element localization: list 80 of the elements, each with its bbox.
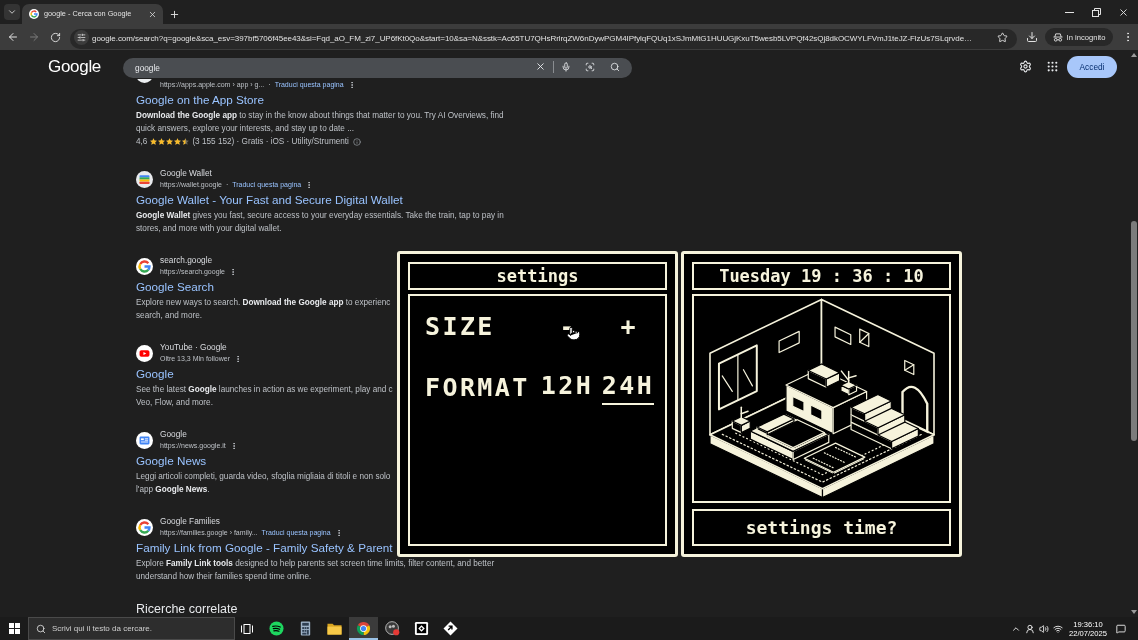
search-icon [36,623,46,634]
windows-logo-icon [8,623,20,634]
section-heading: Ricerche correlate [136,601,238,617]
restore-icon[interactable] [1092,7,1101,17]
minimize-icon[interactable] [1065,11,1074,13]
apps-grid-icon[interactable] [1045,60,1059,73]
favicon-icon [136,170,153,188]
notifications-icon[interactable] [1116,623,1126,634]
favicon-icon [136,518,153,536]
search-icon[interactable] [610,61,621,72]
result-title[interactable]: Google Search [136,279,214,295]
result-title[interactable]: Google [136,366,174,382]
more-options-icon[interactable] [229,267,237,276]
close-icon[interactable] [1118,6,1129,18]
favicon-icon [136,344,153,362]
search-field[interactable]: google [123,57,633,78]
sliders-icon [77,32,86,42]
reload-icon[interactable] [49,31,61,43]
increase-button[interactable]: + [620,312,636,342]
chevron-down-icon [7,7,17,17]
google-logo[interactable]: Google [48,56,102,77]
result-snippet: Google Wallet gives you fast, secure access to your everyday essentials. Take the train, tap to pay in stores, and more with your digital wallet. [136,210,504,235]
result-snippet: See the latest Google launches in action as we experiment, play and c Veo, Flow, and more. [136,384,393,409]
site-name: Google [160,429,188,440]
folder-icon [327,621,342,636]
close-icon[interactable] [148,9,157,19]
site-name: Google Families [160,516,221,527]
site-name: YouTube · Google [160,342,228,353]
info-icon[interactable] [352,137,361,146]
taskbar-search-field[interactable]: Scrivi qui il testo da cercare. [28,617,235,640]
person-icon[interactable] [1025,623,1035,634]
browser-icon [356,621,371,636]
result-title[interactable]: Google on the App Store [136,92,264,108]
app-icon [414,621,429,636]
site-name: Google Wallet [160,168,213,179]
download-icon[interactable] [1026,31,1038,43]
window-title: settings [408,262,667,290]
favicon-icon [136,257,153,275]
task-view-icon[interactable] [240,623,253,634]
scrollbar-thumb[interactable] [1131,221,1137,441]
favicon-icon [136,431,153,449]
format-label: FORMAT [425,373,530,403]
result-title[interactable]: Family Link from Google - Family Safety & Parent [136,540,393,556]
image-search-icon[interactable] [585,61,596,72]
new-tab-icon[interactable] [168,8,180,20]
result-snippet: Explore new ways to search. Download the Google app to experienc search, and more. [136,297,391,322]
clock-title: Tuesday 19 : 36 : 10 [692,262,951,290]
microphone-icon[interactable] [561,61,572,72]
favicon-icon [136,79,153,83]
size-label: SIZE [425,312,495,342]
result-snippet: Leggi articoli completi, guarda video, sfoglia migliaia di titoli e non solo l'app Google News. [136,471,391,496]
result-title[interactable]: Google News [136,453,207,469]
favicon-icon [29,9,39,19]
result-snippet: Download the Google app to stay in the know about things that matter to you. Try AI Overviews, find quick answers, explore your interests, and stay up to date ... [136,110,504,135]
calculator-icon [298,621,313,636]
diamond-icon [443,621,458,636]
scroll-down-icon[interactable] [1131,610,1137,614]
music-app-icon [269,621,284,636]
format-option[interactable]: 12H [540,371,594,405]
settings-icon[interactable] [1018,60,1032,73]
caption: settings time? [692,509,951,546]
incognito-icon [1052,32,1063,42]
tab-search-button[interactable] [4,4,20,20]
rating-details: (3 155 152) · Gratis · iOS · Utility/Strumenti [192,136,349,148]
scroll-up-icon[interactable] [1131,53,1137,57]
wifi-icon[interactable] [1053,623,1063,634]
result-snippet: Explore Family Link tools designed to help parents set screen time limits, filter content, and better understand how their families spend time online. [136,558,495,583]
address-bar[interactable]: google.com/search?q=google&sca_esv=397bf5706f45ee43&si=Fqd_aO_FM_zi7_UP6fKt0Qo&start=10&sa=N&sstk=Ac65TU7QHsRrlrqZW6nDywPGM4IPfylqFQUq1xSJmMtG1HUUGjKxuT5wesb5LVPQf42sQj8dkOCWYLFVmJ1teJZ-FlzUs7SLqrvde… [70,28,1017,49]
format-option[interactable]: 24H [601,371,655,405]
rating-score: 4,6 [136,136,148,148]
speaker-icon[interactable] [1039,623,1049,634]
record-icon [385,621,400,636]
taskbar-app-button[interactable] [349,617,378,640]
site-name: search.google [160,255,214,266]
back-icon[interactable] [7,31,19,43]
bookmark-star-icon[interactable] [997,31,1008,43]
sign-in-button[interactable]: Accedi [1067,55,1117,78]
scrollbar[interactable] [1130,50,1138,617]
clear-icon[interactable] [534,61,546,72]
result-title[interactable]: Google Wallet - Your Fast and Secure Digital Wallet [136,192,403,208]
